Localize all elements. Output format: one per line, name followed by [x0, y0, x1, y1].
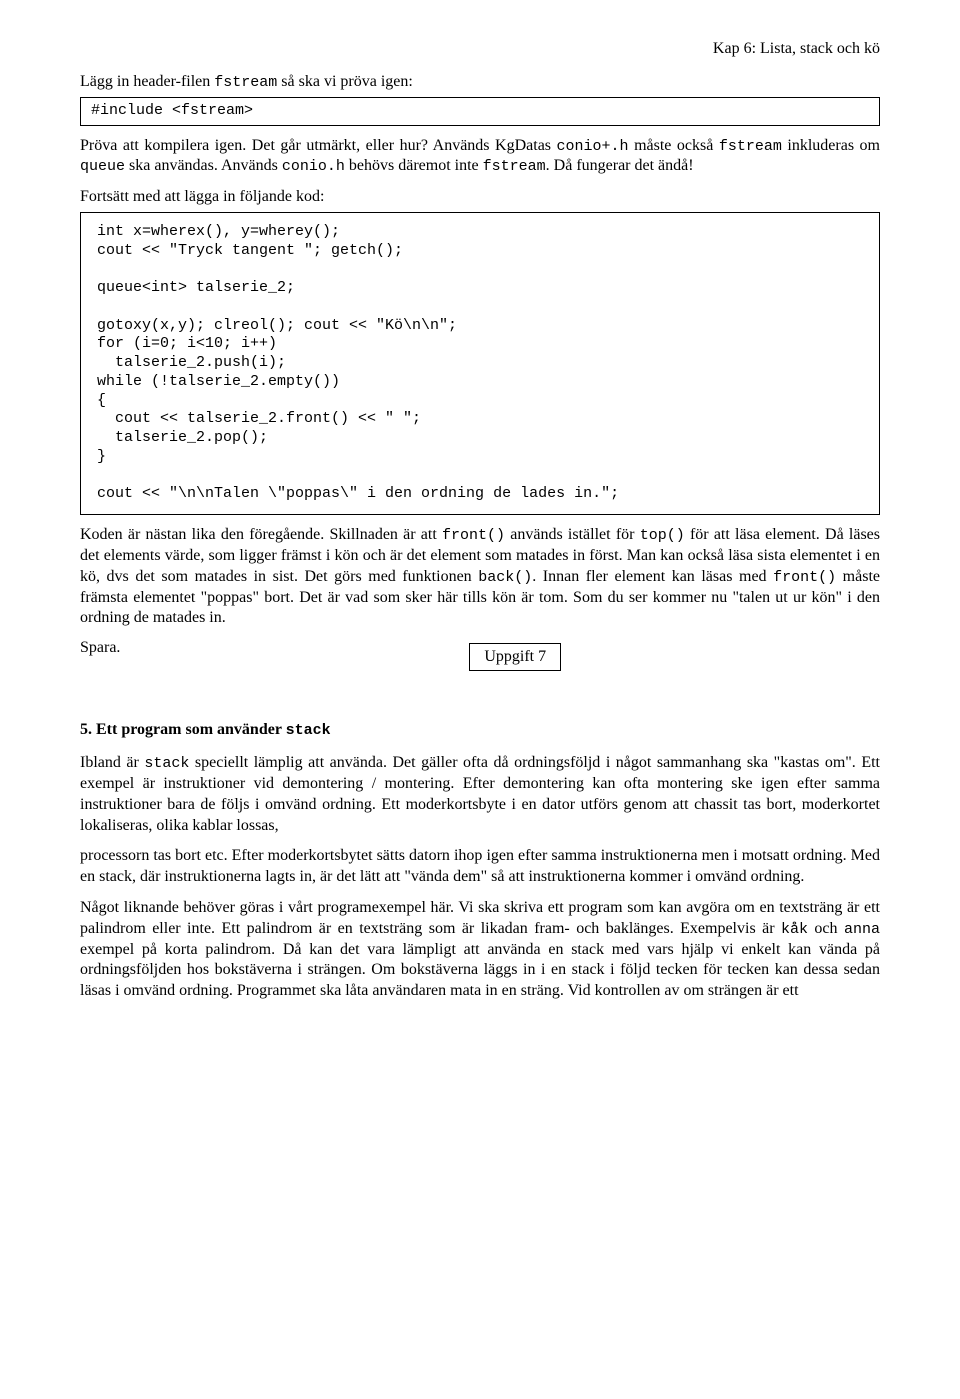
p7-t3: exempel på korta palindrom. Då kan det v…: [80, 941, 880, 1000]
code-box-queue: int x=wherex(), y=wherey(); cout << "Try…: [80, 212, 880, 515]
p4-t1: Koden är nästan lika den föregående. Ski…: [80, 526, 442, 543]
p4-c3: back(): [478, 569, 532, 586]
p7-t1: Något liknande behöver göras i vårt prog…: [80, 899, 880, 937]
p2-c1: conio+.h: [557, 138, 629, 155]
p2-c3: queue: [80, 158, 125, 175]
section-5-num: 5. Ett program som använder: [80, 721, 286, 738]
chapter-header: Kap 6: Lista, stack och kö: [80, 40, 880, 58]
para-compile: Pröva att kompilera igen. Det går utmärk…: [80, 136, 880, 178]
p2-c5: fstream: [483, 158, 546, 175]
intro-text-2: så ska vi pröva igen:: [277, 73, 413, 90]
p2-c4: conio.h: [282, 158, 345, 175]
p4-t4: . Innan fler element kan läsas med: [532, 568, 773, 585]
p7-c1: kåk: [781, 921, 808, 938]
task-box: Uppgift 7: [469, 643, 561, 671]
para-stack-intro: Ibland är stack speciellt lämplig att an…: [80, 753, 880, 836]
para-continue: Fortsätt med att lägga in följande kod:: [80, 187, 880, 208]
code-box-include: #include <fstream>: [80, 97, 880, 126]
p5-t2: speciellt lämplig att använda. Det gälle…: [80, 754, 880, 833]
section-5-heading: 5. Ett program som använder stack: [80, 721, 880, 739]
intro-line: Lägg in header-filen fstream så ska vi p…: [80, 72, 880, 93]
p2-t3: inkluderas om: [782, 137, 880, 154]
para-processor: processorn tas bort etc. Efter moderkort…: [80, 846, 880, 888]
p7-c2: anna: [844, 921, 880, 938]
intro-code-fstream: fstream: [214, 74, 277, 91]
section-5-code: stack: [286, 722, 331, 739]
p4-c4: front(): [773, 569, 836, 586]
p2-t6: . Då fungerar det ändå!: [546, 157, 694, 174]
p2-c2: fstream: [719, 138, 782, 155]
intro-text-1: Lägg in header-filen: [80, 73, 214, 90]
p2-t4: ska användas. Används: [125, 157, 282, 174]
p4-c2: top(): [640, 527, 685, 544]
p5-c1: stack: [144, 755, 189, 772]
para-explanation: Koden är nästan lika den föregående. Ski…: [80, 525, 880, 629]
p4-t2: används istället för: [505, 526, 640, 543]
p7-t2: och: [808, 920, 844, 937]
p2-t1: Pröva att kompilera igen. Det går utmärk…: [80, 137, 557, 154]
p2-t2: måste också: [629, 137, 719, 154]
p2-t5: behövs däremot inte: [345, 157, 483, 174]
p4-c1: front(): [442, 527, 505, 544]
para-palindrome: Något liknande behöver göras i vårt prog…: [80, 898, 880, 1002]
p5-t1: Ibland är: [80, 754, 144, 771]
spara-label: Spara.: [80, 639, 120, 657]
